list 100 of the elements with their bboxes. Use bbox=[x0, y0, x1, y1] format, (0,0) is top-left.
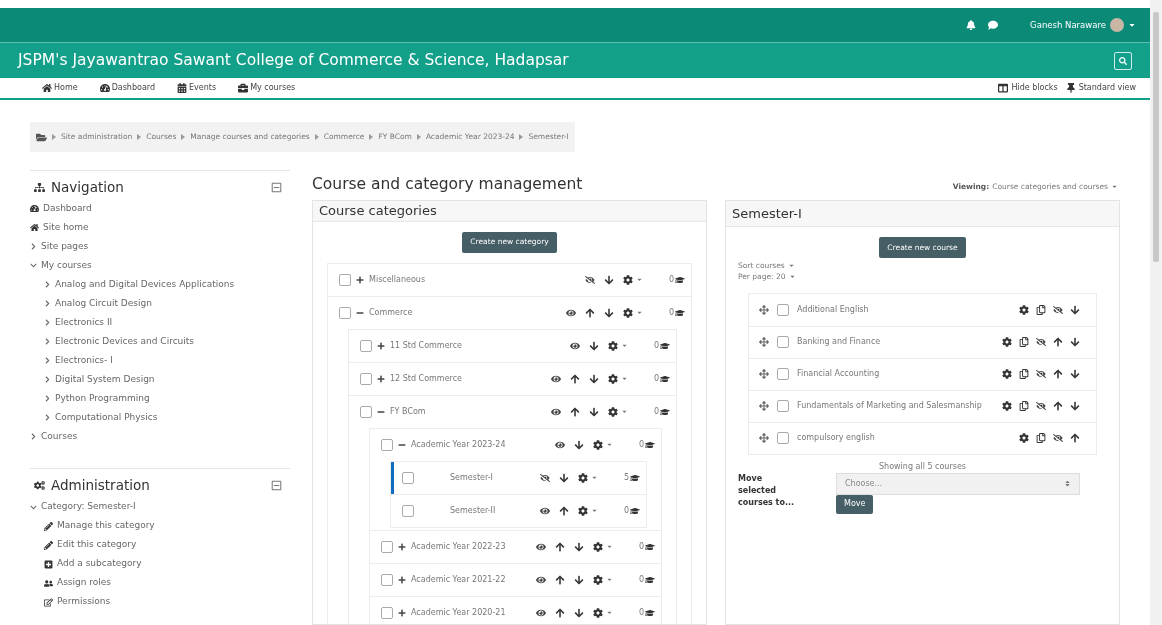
category-name[interactable]: 11 Std Commerce bbox=[390, 339, 462, 352]
down-arrow-icon[interactable] bbox=[574, 439, 584, 450]
category-name[interactable]: Academic Year 2020-21 bbox=[411, 606, 506, 619]
settings-menu[interactable] bbox=[608, 406, 628, 417]
nav-link[interactable]: Dashboard bbox=[43, 202, 92, 216]
category-row[interactable]: Academic Year 2020-21 0 bbox=[370, 596, 661, 625]
course-name[interactable]: Banking and Finance bbox=[797, 336, 881, 348]
checkbox[interactable] bbox=[339, 306, 351, 319]
checkbox[interactable] bbox=[777, 432, 789, 444]
category-name[interactable]: Academic Year 2022-23 bbox=[411, 540, 506, 553]
course-row[interactable]: Banking and Finance bbox=[749, 325, 1096, 358]
eye-slash-icon[interactable] bbox=[585, 274, 595, 285]
copy-icon[interactable] bbox=[1019, 401, 1029, 411]
copy-icon[interactable] bbox=[1019, 337, 1029, 347]
category-row[interactable]: FY BCom 0 bbox=[349, 395, 676, 428]
search-button[interactable] bbox=[1114, 51, 1132, 70]
up-arrow-icon[interactable] bbox=[1053, 337, 1063, 347]
scrollbar[interactable] bbox=[1150, 0, 1162, 625]
settings-menu[interactable] bbox=[623, 307, 643, 318]
nav-link[interactable]: Courses bbox=[41, 430, 78, 444]
nav-link[interactable]: Permissions bbox=[57, 595, 111, 609]
checkbox[interactable] bbox=[360, 405, 372, 418]
nav-link[interactable]: Analog and Digital Devices Applications bbox=[55, 278, 235, 292]
eye-slash-icon[interactable] bbox=[1036, 401, 1046, 411]
nav-link[interactable]: Electronic Devices and Circuits bbox=[55, 335, 194, 349]
nav-link[interactable]: My courses bbox=[238, 82, 296, 94]
move-handle-icon[interactable] bbox=[759, 304, 769, 315]
nav-link[interactable]: Add a subcategory bbox=[57, 557, 142, 571]
move-handle-icon[interactable] bbox=[759, 337, 769, 347]
settings-menu[interactable] bbox=[578, 505, 598, 516]
down-arrow-icon[interactable] bbox=[1070, 337, 1080, 347]
collapse-icon[interactable] bbox=[271, 479, 282, 491]
nav-link[interactable]: Dashboard bbox=[99, 82, 156, 94]
checkbox[interactable] bbox=[360, 372, 372, 385]
nav-link[interactable]: Events bbox=[177, 82, 217, 94]
category-name[interactable]: Academic Year 2021-22 bbox=[411, 573, 506, 586]
nav-link[interactable]: Site home bbox=[43, 221, 89, 235]
checkbox[interactable] bbox=[777, 336, 789, 348]
chat-icon[interactable] bbox=[988, 20, 999, 30]
page-action-link[interactable]: Standard view bbox=[1065, 82, 1136, 94]
down-arrow-icon[interactable] bbox=[1070, 369, 1080, 379]
collapse-icon[interactable] bbox=[271, 181, 282, 193]
category-name[interactable]: Semester-I bbox=[432, 471, 493, 484]
eye-slash-icon[interactable] bbox=[1053, 304, 1063, 315]
down-arrow-icon[interactable] bbox=[589, 406, 599, 417]
nav-link[interactable]: Computational Physics bbox=[55, 411, 158, 425]
up-arrow-icon[interactable] bbox=[570, 373, 580, 384]
settings-menu[interactable] bbox=[608, 373, 628, 384]
move-handle-icon[interactable] bbox=[759, 369, 769, 379]
settings-menu[interactable] bbox=[623, 274, 643, 285]
down-arrow-icon[interactable] bbox=[604, 307, 614, 318]
eye-icon[interactable] bbox=[540, 505, 550, 516]
nav-link[interactable]: Digital System Design bbox=[55, 373, 155, 387]
user-name[interactable]: Ganesh Naraware bbox=[1030, 18, 1106, 32]
eye-icon[interactable] bbox=[536, 607, 546, 618]
nav-link[interactable]: Python Programming bbox=[55, 392, 150, 406]
settings-menu[interactable] bbox=[593, 541, 613, 552]
nav-link[interactable]: Electronics II bbox=[55, 316, 113, 330]
eye-slash-icon[interactable] bbox=[1036, 337, 1046, 347]
eye-slash-icon[interactable] bbox=[1053, 433, 1063, 443]
eye-icon[interactable] bbox=[536, 574, 546, 585]
category-name[interactable]: Commerce bbox=[369, 306, 413, 319]
checkbox[interactable] bbox=[777, 400, 789, 412]
up-arrow-icon[interactable] bbox=[1053, 369, 1063, 379]
category-row[interactable]: 11 Std Commerce 0 bbox=[349, 329, 676, 362]
eye-icon[interactable] bbox=[551, 373, 561, 384]
nav-link[interactable]: Site pages bbox=[41, 240, 89, 254]
category-name[interactable]: Academic Year 2023-24 bbox=[411, 438, 506, 451]
settings-menu[interactable] bbox=[608, 340, 628, 351]
up-arrow-icon[interactable] bbox=[555, 541, 565, 552]
course-name[interactable]: Additional English bbox=[797, 303, 869, 316]
category-name[interactable]: FY BCom bbox=[390, 405, 426, 418]
category-name[interactable]: Semester-II bbox=[432, 504, 496, 517]
eye-icon[interactable] bbox=[536, 541, 546, 552]
course-name[interactable]: Fundamentals of Marketing and Salesmanship bbox=[797, 400, 982, 412]
eye-slash-icon[interactable] bbox=[540, 472, 550, 483]
settings-menu[interactable] bbox=[578, 472, 598, 483]
caret-icon[interactable] bbox=[1128, 21, 1136, 29]
course-name[interactable]: compulsory english bbox=[797, 432, 875, 444]
down-arrow-icon[interactable] bbox=[559, 472, 569, 483]
eye-icon[interactable] bbox=[566, 307, 576, 318]
nav-link[interactable]: Home bbox=[42, 82, 78, 94]
copy-icon[interactable] bbox=[1019, 369, 1029, 379]
move-select[interactable]: Choose... bbox=[836, 472, 1080, 495]
checkbox[interactable] bbox=[402, 504, 414, 517]
expand-icon[interactable] bbox=[377, 341, 385, 350]
category-row[interactable]: Commerce 0 bbox=[328, 296, 691, 329]
up-arrow-icon[interactable] bbox=[585, 307, 595, 318]
checkbox[interactable] bbox=[381, 540, 393, 553]
eye-icon[interactable] bbox=[555, 439, 565, 450]
settings-icon[interactable] bbox=[1019, 304, 1029, 315]
copy-icon[interactable] bbox=[1036, 433, 1046, 443]
category-row[interactable]: Academic Year 2022-23 0 bbox=[370, 530, 661, 563]
expand-icon[interactable] bbox=[398, 542, 406, 551]
settings-icon[interactable] bbox=[1002, 369, 1012, 379]
nav-link[interactable]: Manage this category bbox=[57, 519, 155, 533]
course-row[interactable]: Financial Accounting bbox=[749, 357, 1096, 390]
settings-icon[interactable] bbox=[1002, 401, 1012, 411]
expand-icon[interactable] bbox=[398, 575, 406, 584]
category-name[interactable]: Miscellaneous bbox=[369, 273, 426, 286]
